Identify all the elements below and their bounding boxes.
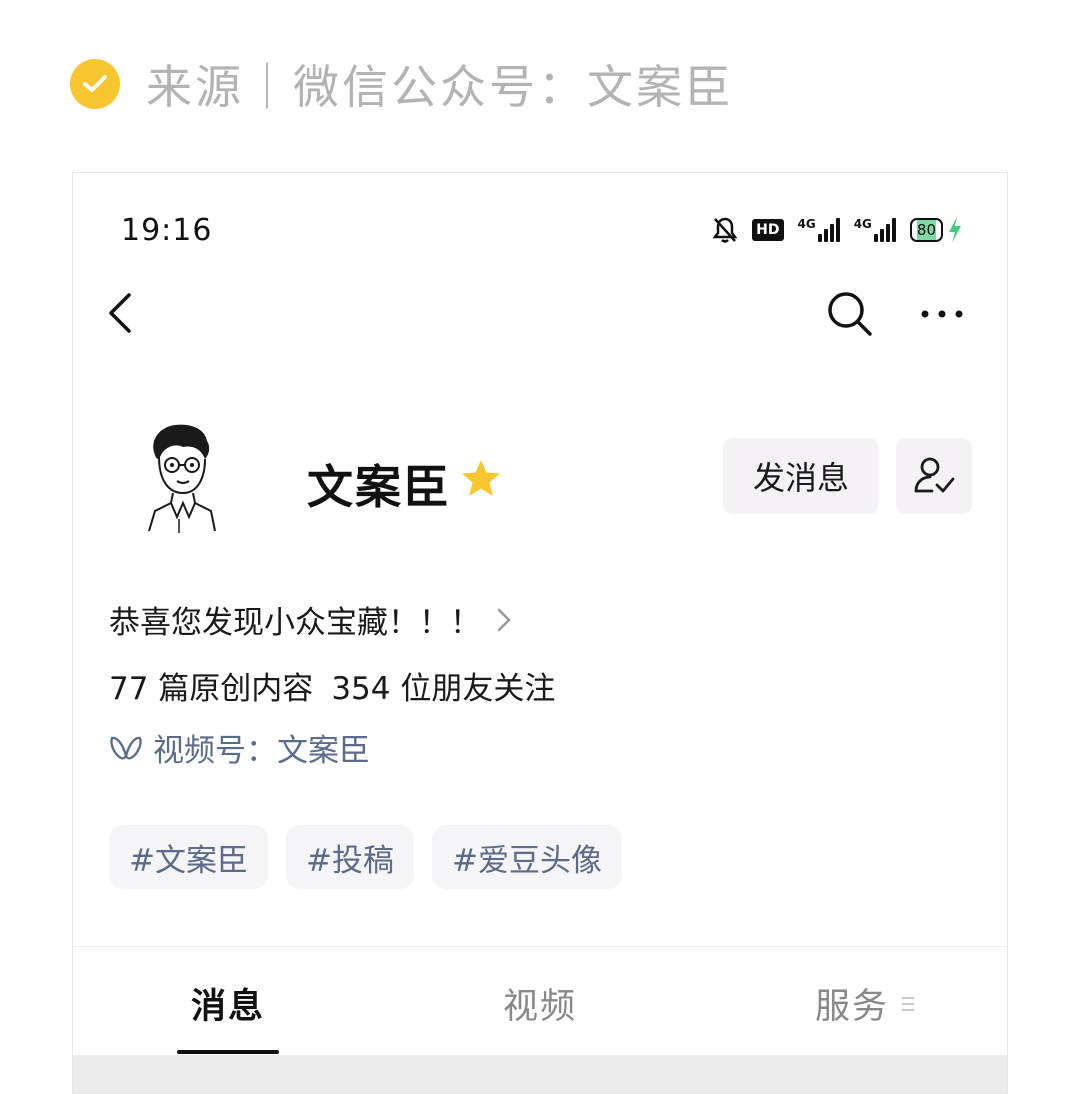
account-intro[interactable]: 恭喜您发现小众宝藏！！！ [109,597,511,642]
charging-bolt-icon [949,217,961,243]
status-time: 19:16 [121,213,213,248]
tag-chip[interactable]: #文案臣 [109,825,268,889]
channel-link[interactable]: 视频号：文案臣 [109,725,370,770]
check-circle-icon [70,59,120,109]
more-options-icon[interactable] [919,301,965,327]
intro-text: 恭喜您发现小众宝藏！！！ [109,605,481,641]
menu-lines-icon [902,997,914,1011]
tab-services[interactable]: 服务 [815,978,889,1029]
hd-badge: HD [752,219,784,241]
back-arrow-icon[interactable] [103,287,143,339]
tag-chip[interactable]: #爱豆头像 [431,825,622,889]
tab-videos[interactable]: 视频 [503,978,577,1029]
divider [73,946,1007,947]
chevron-right-icon [497,608,511,631]
send-message-button[interactable]: 发消息 [723,438,879,514]
account-name: 文案臣 [307,460,451,514]
active-tab-indicator [177,1050,279,1054]
mute-bell-icon [712,217,738,243]
original-count: 77 篇原创内容 [109,671,314,707]
avatar[interactable] [135,419,235,537]
source-line: 来源｜微信公众号：文案臣 [70,52,734,116]
content-area [73,1055,1007,1093]
phone-screenshot-card: 19:16 HD 4G 4G 80 文案臣 发消息 恭喜您发现小众宝藏！！！ 7… [72,172,1008,1094]
channels-butterfly-icon [110,736,142,760]
tag-chip[interactable]: #投稿 [285,825,414,889]
star-icon [462,460,500,496]
follower-count: 354 位朋友关注 [331,671,556,707]
account-stats: 77 篇原创内容 354 位朋友关注 [109,663,555,708]
channel-text: 视频号：文案臣 [153,733,370,769]
status-icons: HD 4G 4G 80 [712,215,963,245]
follow-button[interactable] [896,438,972,514]
signal-1-icon: 4G [798,218,840,242]
user-check-icon [914,457,955,493]
source-text: 来源｜微信公众号：文案臣 [146,60,734,114]
tab-messages[interactable]: 消息 [191,978,265,1029]
tag-list: #文案臣 #投稿 #爱豆头像 [109,825,622,889]
battery-icon: 80 [909,216,963,244]
signal-2-icon: 4G [854,218,896,242]
search-icon[interactable] [825,289,875,339]
